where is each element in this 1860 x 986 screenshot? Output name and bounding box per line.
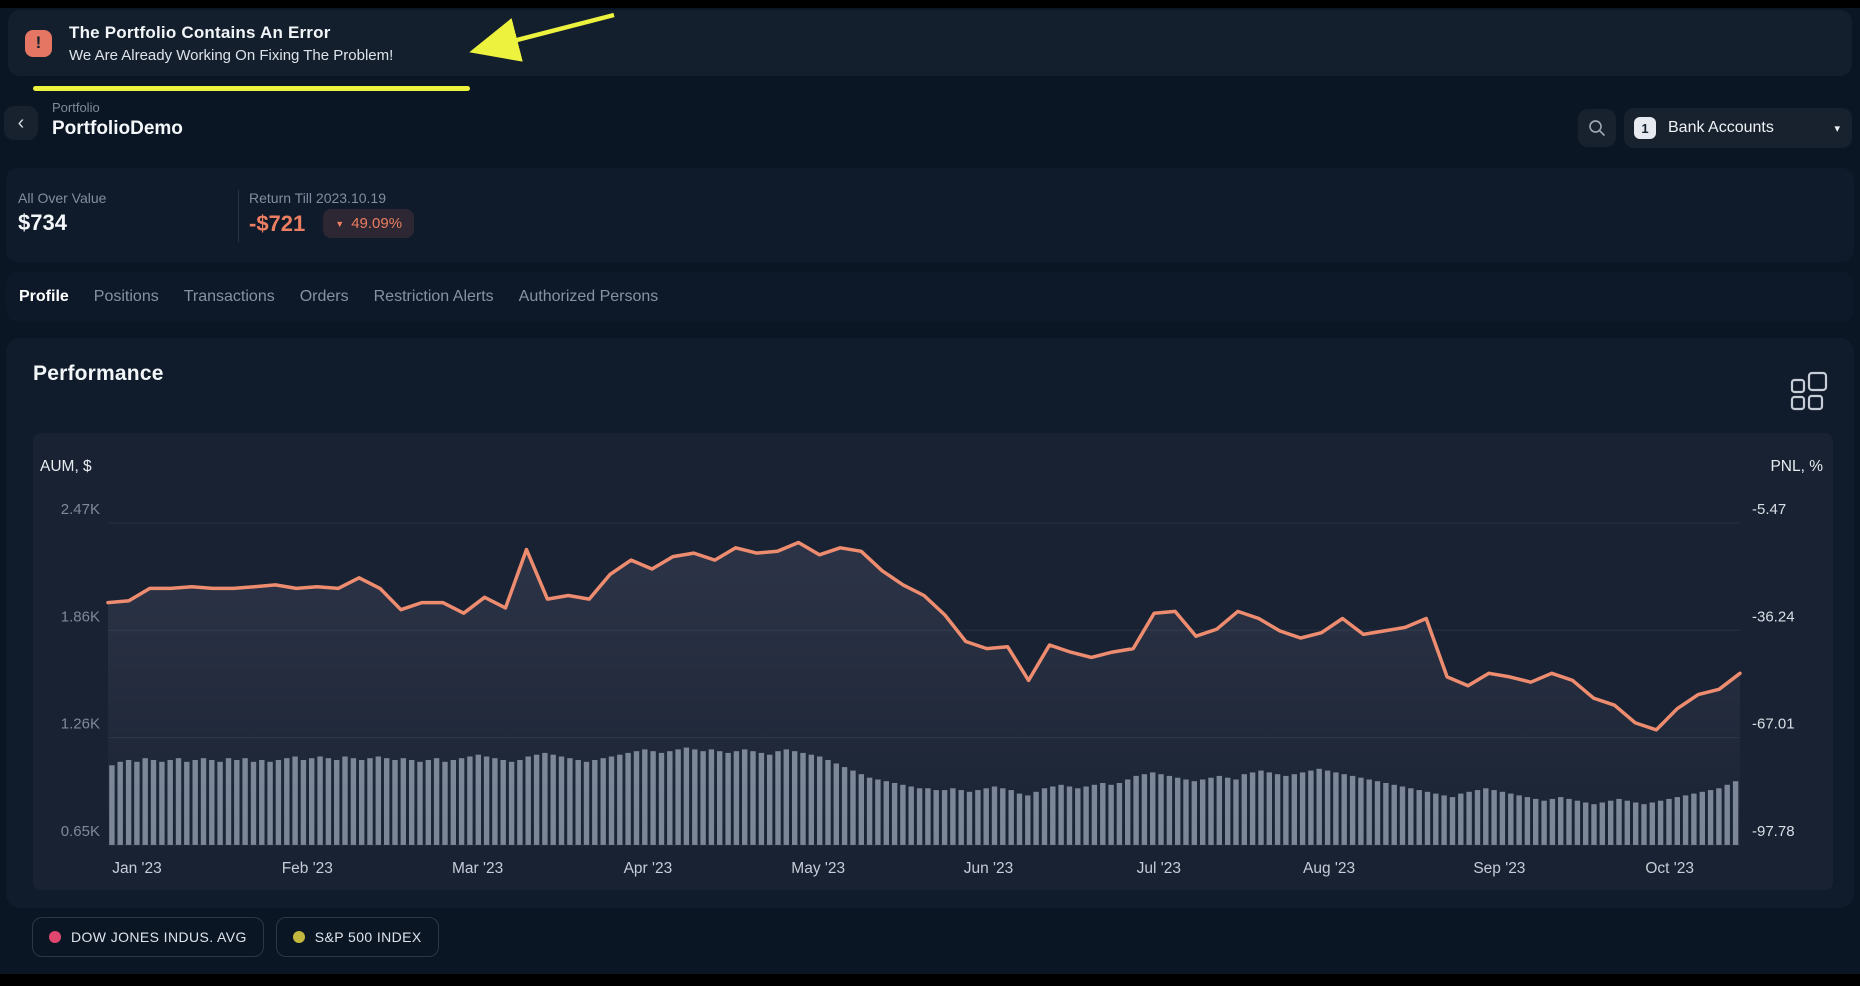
legend-dow-jones[interactable]: DOW JONES INDUS. AVG xyxy=(32,917,264,957)
svg-text:1.86K: 1.86K xyxy=(61,608,100,625)
stats-card: All Over Value $734 Return Till 2023.10.… xyxy=(6,168,1854,262)
svg-text:-97.78: -97.78 xyxy=(1752,823,1795,840)
return-percent: 49.09% xyxy=(351,215,402,232)
return-change-badge: ▼ 49.09% xyxy=(323,209,414,238)
svg-text:Oct '23: Oct '23 xyxy=(1645,860,1694,877)
all-over-value-label: All Over Value xyxy=(18,190,106,206)
legend-label: S&P 500 INDEX xyxy=(315,929,422,945)
svg-text:Jan '23: Jan '23 xyxy=(112,860,162,877)
search-icon xyxy=(1588,119,1606,137)
portfolio-eyebrow: Portfolio xyxy=(52,100,100,115)
svg-text:May '23: May '23 xyxy=(791,860,845,877)
svg-text:2.47K: 2.47K xyxy=(61,501,100,518)
portfolio-page: ! The Portfolio Contains An Error We Are… xyxy=(0,0,1860,986)
bottom-strip xyxy=(0,974,1860,986)
yellow-underline xyxy=(33,86,470,91)
tab-transactions[interactable]: Transactions xyxy=(184,288,275,306)
return-label: Return Till 2023.10.19 xyxy=(249,190,386,206)
bank-accounts-select[interactable]: 1 Bank Accounts ▾ xyxy=(1624,108,1852,148)
return-value: -$721 xyxy=(249,211,305,237)
triangle-down-icon: ▼ xyxy=(335,219,344,229)
svg-text:PNL, %: PNL, % xyxy=(1770,458,1823,475)
tab-positions[interactable]: Positions xyxy=(94,288,159,306)
widgets-grid-icon[interactable] xyxy=(1788,370,1830,412)
error-banner-title: The Portfolio Contains An Error xyxy=(69,23,393,43)
svg-text:Jun '23: Jun '23 xyxy=(964,860,1014,877)
stats-divider xyxy=(238,190,239,242)
legend-label: DOW JONES INDUS. AVG xyxy=(71,929,247,945)
bank-accounts-label: Bank Accounts xyxy=(1668,119,1774,137)
legend-sp500[interactable]: S&P 500 INDEX xyxy=(276,917,439,957)
chart-legend: DOW JONES INDUS. AVG S&P 500 INDEX xyxy=(32,917,439,957)
svg-text:-5.47: -5.47 xyxy=(1752,501,1786,518)
legend-dot-yellow xyxy=(293,931,305,943)
warning-icon: ! xyxy=(25,30,52,57)
tab-profile[interactable]: Profile xyxy=(19,288,69,306)
search-button[interactable] xyxy=(1578,109,1616,147)
performance-chart[interactable]: AUM, $ PNL, % 2.47K 1.86K 1.26K 0.65K -5.47 -36… xyxy=(33,433,1833,890)
all-over-value: $734 xyxy=(18,210,67,236)
tab-orders[interactable]: Orders xyxy=(300,288,349,306)
tab-restriction-alerts[interactable]: Restriction Alerts xyxy=(374,288,494,306)
svg-text:Aug '23: Aug '23 xyxy=(1303,860,1355,877)
svg-text:0.65K: 0.65K xyxy=(61,823,100,840)
tab-authorized-persons[interactable]: Authorized Persons xyxy=(519,288,659,306)
error-banner: ! The Portfolio Contains An Error We Are… xyxy=(8,10,1852,76)
svg-text:Apr '23: Apr '23 xyxy=(624,860,673,877)
tab-bar: Profile Positions Transactions Orders Re… xyxy=(6,272,1854,322)
back-button[interactable]: ‹ xyxy=(4,106,38,140)
chevron-down-icon: ▾ xyxy=(1834,122,1840,135)
svg-text:AUM, $: AUM, $ xyxy=(40,458,92,475)
page-title: PortfolioDemo xyxy=(52,118,183,140)
performance-title: Performance xyxy=(33,362,164,386)
svg-text:-36.24: -36.24 xyxy=(1752,608,1795,625)
svg-text:Feb '23: Feb '23 xyxy=(282,860,333,877)
performance-card: Performance AUM, $ PNL, % 2.47K 1.86K 1.26K 0… xyxy=(6,338,1854,908)
svg-text:Jul '23: Jul '23 xyxy=(1137,860,1181,877)
legend-dot-pink xyxy=(49,931,61,943)
performance-chart-svg: AUM, $ PNL, % 2.47K 1.86K 1.26K 0.65K -5.47 -36… xyxy=(33,433,1833,890)
error-banner-subtitle: We Are Already Working On Fixing The Pro… xyxy=(69,47,393,64)
chevron-left-icon: ‹ xyxy=(18,112,25,135)
top-strip xyxy=(0,0,1860,8)
svg-text:-67.01: -67.01 xyxy=(1752,716,1795,733)
bank-accounts-count-badge: 1 xyxy=(1634,117,1656,139)
svg-text:1.26K: 1.26K xyxy=(61,716,100,733)
svg-text:Mar '23: Mar '23 xyxy=(452,860,503,877)
svg-text:Sep '23: Sep '23 xyxy=(1473,860,1525,877)
